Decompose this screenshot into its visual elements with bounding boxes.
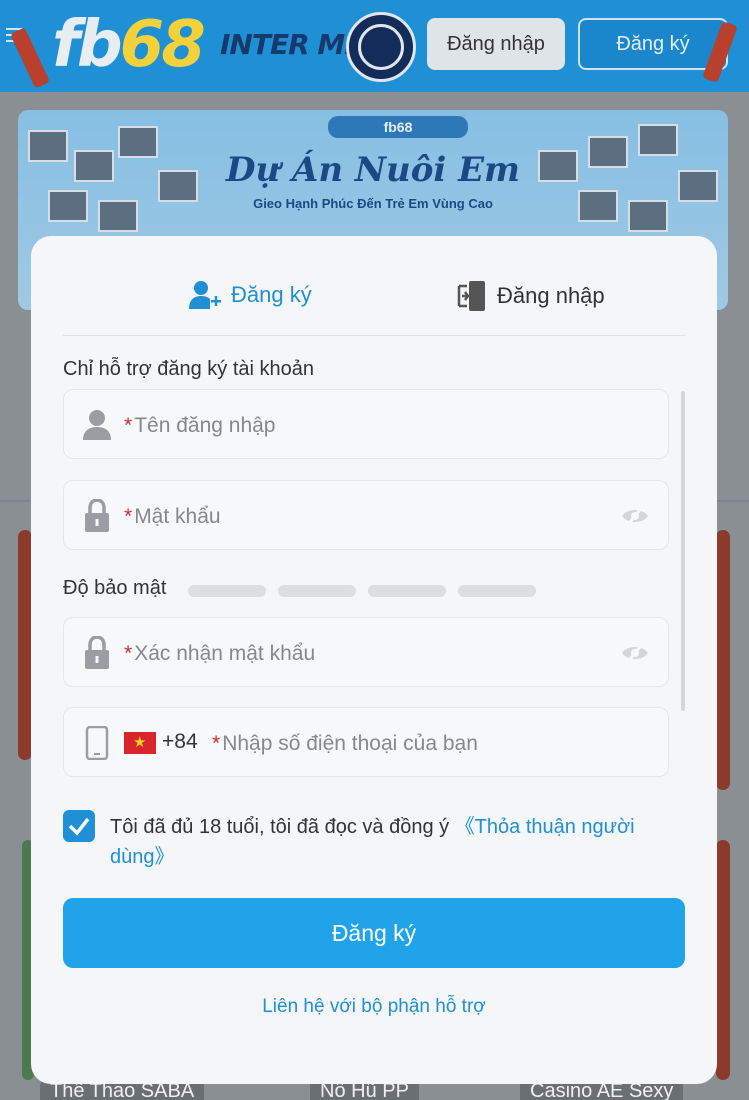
banner-subtitle: Gieo Hạnh Phúc Đến Trẻ Em Vùng Cao bbox=[253, 196, 493, 211]
banner-logo: fb68 bbox=[328, 116, 468, 138]
tab-register-label: Đăng ký bbox=[231, 282, 312, 307]
app-header: fb68 INTER MIAN Đăng nhập Đăng ký bbox=[0, 0, 749, 92]
strength-bar bbox=[278, 585, 356, 597]
agree-checkbox[interactable] bbox=[63, 810, 95, 842]
decoration bbox=[10, 27, 50, 89]
game-card[interactable] bbox=[18, 530, 32, 760]
vietnam-flag-icon[interactable]: ★ bbox=[124, 732, 156, 754]
contact-support-link[interactable]: Liên hệ với bộ phận hỗ trợ bbox=[31, 996, 717, 1018]
tab-login[interactable]: Đăng nhập bbox=[457, 280, 605, 312]
logo: fb68 bbox=[52, 8, 206, 82]
confirm-password-field[interactable]: *Xác nhận mật khẩu bbox=[63, 617, 669, 687]
strength-bar bbox=[368, 585, 446, 597]
partner-badge-icon bbox=[346, 12, 416, 82]
game-card[interactable] bbox=[716, 840, 730, 1080]
phone-field[interactable]: ★ +84 *Nhập số điện thoại của bạn bbox=[63, 707, 669, 777]
username-field[interactable]: *Tên đăng nhập bbox=[63, 389, 669, 459]
register-submit-button[interactable]: Đăng ký bbox=[63, 898, 685, 968]
tab-login-label: Đăng nhập bbox=[497, 283, 605, 308]
checkmark-icon bbox=[68, 817, 90, 836]
username-placeholder: *Tên đăng nhập bbox=[124, 414, 276, 437]
strength-bar bbox=[458, 585, 536, 597]
strength-bar bbox=[188, 585, 266, 597]
header-register-button[interactable]: Đăng ký bbox=[578, 18, 728, 70]
agreement-text: Tôi đã đủ 18 tuổi, tôi đã đọc và đồng ý … bbox=[110, 816, 635, 868]
security-strength-label: Độ bảo mật bbox=[63, 577, 167, 599]
confirm-password-placeholder: *Xác nhận mật khẩu bbox=[124, 642, 316, 665]
eye-hidden-icon[interactable] bbox=[620, 503, 650, 529]
header-login-button[interactable]: Đăng nhập bbox=[427, 18, 565, 70]
add-user-icon bbox=[189, 281, 221, 309]
user-icon bbox=[83, 410, 111, 440]
phone-placeholder: *Nhập số điện thoại của bạn bbox=[212, 732, 478, 755]
eye-hidden-icon[interactable] bbox=[620, 640, 650, 666]
auth-tabs: Đăng ký Đăng nhập bbox=[63, 236, 685, 336]
login-door-icon bbox=[457, 281, 485, 311]
phone-icon bbox=[85, 726, 109, 760]
banner-title: Dự Án Nuôi Em bbox=[225, 150, 521, 190]
lock-icon bbox=[85, 636, 109, 669]
phone-country-code[interactable]: +84 bbox=[162, 730, 198, 754]
lock-icon bbox=[85, 499, 109, 532]
password-placeholder: *Mật khẩu bbox=[124, 505, 221, 528]
scrollbar[interactable] bbox=[681, 391, 685, 711]
game-card[interactable] bbox=[716, 530, 730, 790]
password-field[interactable]: *Mật khẩu bbox=[63, 480, 669, 550]
register-modal: Đăng ký Đăng nhập Chỉ hỗ trợ đăng ký tài… bbox=[31, 236, 717, 1084]
support-note: Chỉ hỗ trợ đăng ký tài khoản bbox=[63, 358, 315, 380]
tab-register[interactable]: Đăng ký bbox=[189, 280, 312, 310]
